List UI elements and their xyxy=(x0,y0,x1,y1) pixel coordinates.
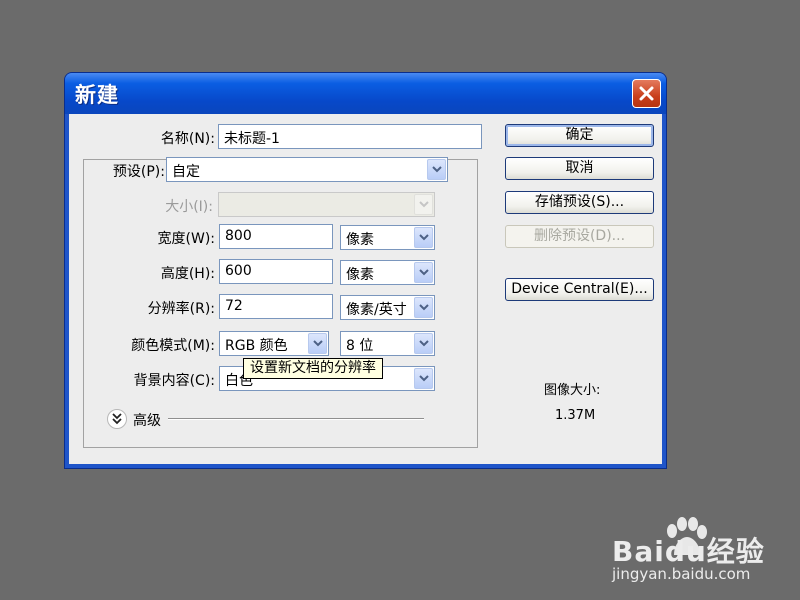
cancel-button[interactable]: 取消 xyxy=(505,157,654,180)
chevron-down-icon xyxy=(414,194,433,215)
chevron-down-icon xyxy=(308,333,327,354)
chevron-down-icon xyxy=(414,368,433,389)
resolution-label: 分辨率(R): xyxy=(147,301,215,317)
watermark-brand: Baidu经验 xyxy=(612,535,765,568)
resolution-unit-select[interactable]: 像素/英寸 xyxy=(340,295,435,320)
color-mode-label: 颜色模式(M): xyxy=(131,338,215,354)
color-mode-select[interactable]: RGB 颜色 xyxy=(219,331,329,356)
preset-select[interactable]: 自定 xyxy=(166,157,448,182)
height-label: 高度(H): xyxy=(160,266,215,282)
width-unit-select[interactable]: 像素 xyxy=(340,225,435,250)
title-bar[interactable]: 新建 xyxy=(65,73,666,114)
baidu-watermark: Baidu经验 jingyan.baidu.com xyxy=(610,515,795,595)
preset-value: 自定 xyxy=(172,164,200,180)
height-unit-value: 像素 xyxy=(346,267,374,283)
name-input[interactable]: 未标题-1 xyxy=(218,124,482,149)
resolution-input[interactable]: 72 xyxy=(219,294,333,319)
chevron-down-icon xyxy=(414,297,433,318)
advanced-label: 高级 xyxy=(133,413,161,429)
new-document-dialog: 新建 名称(N): 未标题-1 预设(P): 自定 大小(I): 宽度(W): … xyxy=(65,73,666,468)
advanced-toggle[interactable] xyxy=(107,409,127,429)
close-icon xyxy=(639,86,654,101)
size-label: 大小(I): xyxy=(165,199,213,215)
chevron-down-icon xyxy=(414,227,433,248)
height-input[interactable]: 600 xyxy=(219,259,333,284)
delete-preset-button: 删除预设(D)... xyxy=(505,225,654,248)
size-select xyxy=(218,192,435,217)
dialog-title: 新建 xyxy=(75,83,119,107)
preset-label: 预设(P): xyxy=(112,164,165,180)
save-preset-button[interactable]: 存储预设(S)... xyxy=(505,191,654,214)
watermark-url: jingyan.baidu.com xyxy=(612,565,751,583)
background-label: 背景内容(C): xyxy=(133,373,215,389)
chevron-down-icon xyxy=(414,262,433,283)
double-chevron-down-icon xyxy=(112,413,122,425)
image-size-value: 1.37M xyxy=(555,408,596,423)
resolution-unit-value: 像素/英寸 xyxy=(346,302,407,318)
color-mode-value: RGB 颜色 xyxy=(225,338,288,354)
resolution-tooltip: 设置新文档的分辨率 xyxy=(243,358,383,379)
close-button[interactable] xyxy=(632,79,661,108)
width-input[interactable]: 800 xyxy=(219,224,333,249)
advanced-divider xyxy=(168,418,424,420)
width-unit-value: 像素 xyxy=(346,232,374,248)
chevron-down-icon xyxy=(427,159,446,180)
device-central-button[interactable]: Device Central(E)... xyxy=(505,278,654,301)
chevron-down-icon xyxy=(414,333,433,354)
height-unit-select[interactable]: 像素 xyxy=(340,260,435,285)
width-label: 宽度(W): xyxy=(157,231,215,247)
name-label: 名称(N): xyxy=(160,131,215,147)
dialog-body: 名称(N): 未标题-1 预设(P): 自定 大小(I): 宽度(W): 800… xyxy=(69,114,662,464)
image-size-label: 图像大小: xyxy=(544,383,601,398)
bit-depth-select[interactable]: 8 位 xyxy=(340,331,435,356)
bit-depth-value: 8 位 xyxy=(346,338,374,354)
ok-button[interactable]: 确定 xyxy=(505,124,654,147)
